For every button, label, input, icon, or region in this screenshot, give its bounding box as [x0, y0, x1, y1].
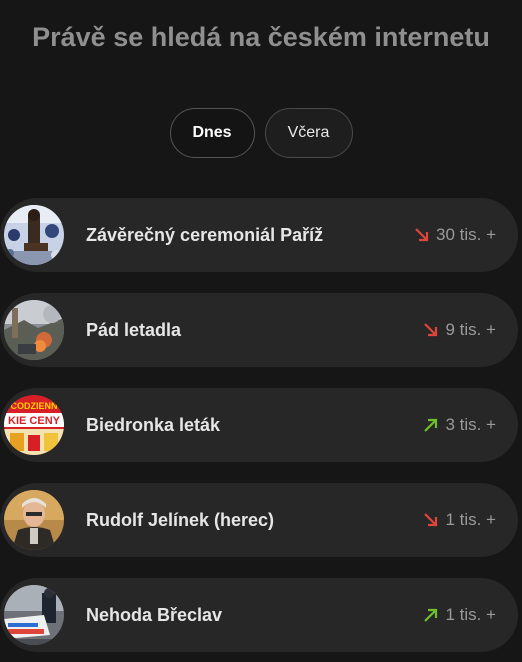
tab-today[interactable]: Dnes	[169, 108, 255, 158]
item-count: 1 tis. +	[445, 510, 496, 529]
item-title: Pád letadla	[86, 319, 182, 340]
list-item[interactable]: Pád letadla 9 tis. +	[0, 293, 518, 367]
tab-yesterday[interactable]: Včera	[264, 108, 353, 158]
item-trend: 3 tis. +	[423, 415, 496, 435]
trend-down-icon	[415, 228, 429, 242]
flyer-text-top: CODZIENN	[11, 401, 58, 411]
item-trend: 9 tis. +	[423, 320, 496, 340]
trend-down-icon	[424, 513, 438, 527]
biedronka-flyer-image: CODZIENN KIE CENY	[4, 395, 64, 455]
item-count: 1 tis. +	[445, 605, 496, 624]
list-item[interactable]: CODZIENN KIE CENY Biedronka leták 3 tis.…	[0, 388, 518, 462]
item-trend: 30 tis. +	[414, 225, 496, 245]
ceremony-image	[4, 205, 64, 265]
list-item[interactable]: Rudolf Jelínek (herec) 1 tis. +	[0, 483, 518, 557]
item-trend: 1 tis. +	[423, 510, 496, 530]
item-title: Nehoda Břeclav	[86, 604, 223, 625]
flyer-text-main: KIE CENY	[8, 415, 61, 427]
item-count: 3 tis. +	[445, 415, 496, 434]
trend-up-icon	[424, 608, 438, 622]
list-item[interactable]: Závěrečný ceremoniál Paříž 30 tis. +	[0, 198, 518, 272]
plane-crash-image	[4, 300, 64, 360]
item-title: Závěrečný ceremoniál Paříž	[86, 224, 324, 245]
accident-image	[4, 585, 64, 645]
item-count: 9 tis. +	[445, 320, 496, 339]
actor-portrait-image	[4, 490, 64, 550]
list-item[interactable]: Nehoda Břeclav 1 tis. +	[0, 578, 518, 652]
item-trend: 1 tis. +	[423, 605, 496, 625]
trend-up-icon	[424, 418, 438, 432]
trend-down-icon	[424, 323, 438, 337]
page-title: Právě se hledá na českém internetu	[32, 22, 490, 52]
item-title: Rudolf Jelínek (herec)	[86, 509, 275, 530]
day-tabs: Dnes Včera	[0, 108, 522, 158]
item-count: 30 tis. +	[435, 225, 496, 244]
item-title: Biedronka leták	[86, 414, 221, 435]
